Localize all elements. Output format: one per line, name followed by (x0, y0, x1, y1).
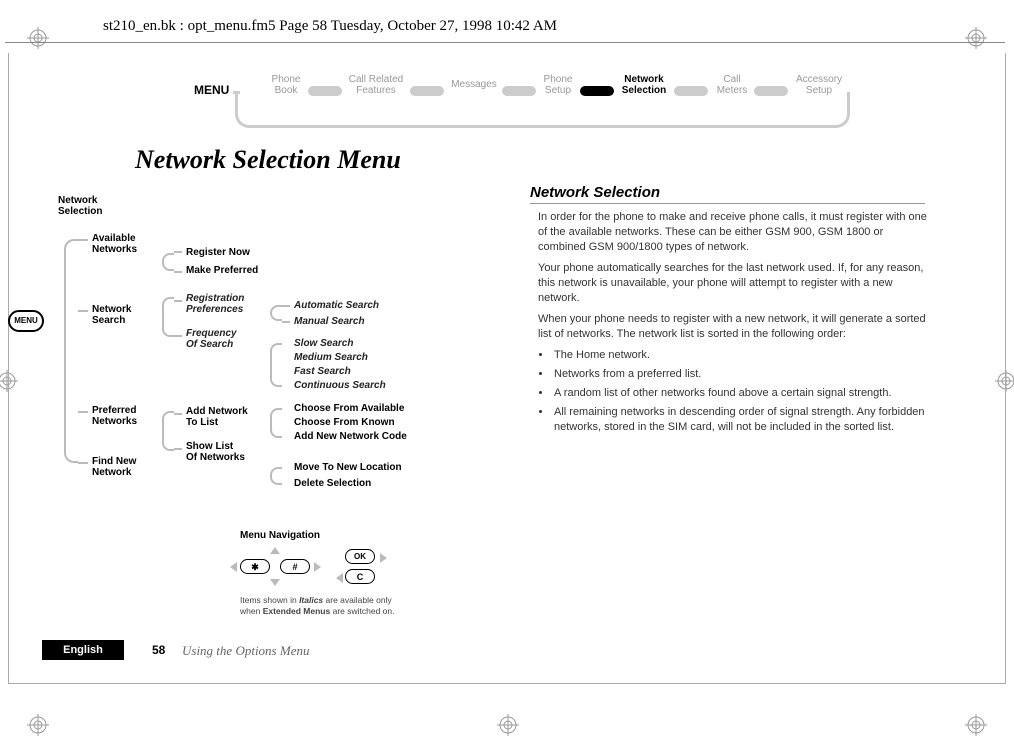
top-menu-breadcrumb: MENU PhoneBook Call RelatedFeatures Mess… (190, 78, 850, 128)
menu-item-accessorysetup: AccessorySetup (792, 74, 846, 96)
language-badge: English (42, 640, 124, 660)
tree-l2-addnet: Add NetworkTo List (186, 406, 248, 428)
menu-item-callmeters: CallMeters (712, 74, 752, 96)
header-rule (5, 42, 1005, 43)
bracket-icon (162, 411, 174, 451)
body-paragraph: When your phone needs to register with a… (538, 312, 930, 342)
menu-label: MENU (190, 83, 233, 97)
bullet-list: The Home network. Networks from a prefer… (552, 348, 930, 435)
tree-l3-chooseknown: Choose From Known (294, 417, 395, 428)
bullet-item: All remaining networks in descending ord… (552, 405, 930, 435)
bracket-icon (64, 239, 78, 463)
tree-l3-addcode: Add New Network Code (294, 431, 407, 442)
reg-mark-icon (27, 27, 49, 49)
tree-l3-fast: Fast Search (294, 366, 351, 377)
bracket-icon (162, 297, 174, 337)
chapter-title: Using the Options Menu (182, 643, 309, 659)
tree-l2-regpref: RegistrationPreferences (186, 293, 244, 315)
menu-item-phonebook: PhoneBook (268, 74, 304, 96)
menu-item-phonesetup: PhoneSetup (540, 74, 576, 96)
bracket-icon (270, 343, 282, 387)
header-file-path: st210_en.bk : opt_menu.fm5 Page 58 Tuesd… (103, 18, 557, 35)
navbox-title: Menu Navigation (240, 530, 460, 541)
tree-l2-showlist: Show ListOf Networks (186, 441, 245, 463)
bracket-icon (162, 253, 174, 271)
reg-mark-icon (497, 714, 519, 736)
section-heading: Network Selection (530, 184, 925, 204)
page-number: 58 (152, 643, 165, 657)
tree-l3-moveloc: Move To New Location (294, 462, 402, 473)
reg-mark-icon (0, 370, 18, 392)
menu-item-callfeatures: Call RelatedFeatures (345, 74, 407, 96)
tree-l1-available: AvailableNetworks (92, 233, 137, 255)
hash-key-icon: # (280, 559, 310, 574)
bracket-icon (270, 408, 282, 438)
arrow-down-icon (270, 579, 280, 586)
arrow-right-icon (380, 553, 387, 563)
tree-l1-preferred: PreferredNetworks (92, 405, 137, 427)
tree-l3-chooseavail: Choose From Available (294, 403, 404, 414)
menu-navigation-legend: Menu Navigation ✱ # OK C Items shown in … (240, 530, 460, 617)
reg-mark-icon (965, 27, 987, 49)
menu-pill-icon (410, 86, 444, 96)
bullet-item: The Home network. (552, 348, 930, 363)
navbox-note: Items shown in Italics are available onl… (240, 595, 460, 617)
tree-l3-delete: Delete Selection (294, 478, 371, 489)
crop-line (1005, 53, 1006, 683)
bracket-icon (270, 305, 282, 321)
page-title: Network Selection Menu (135, 145, 401, 175)
bullet-item: Networks from a preferred list. (552, 367, 930, 382)
bracket-icon (270, 467, 282, 485)
menu-item-networkselection: NetworkSelection (618, 74, 670, 96)
crop-line (8, 53, 9, 683)
menu-pill-icon (754, 86, 788, 96)
tree-l3-medium: Medium Search (294, 352, 368, 363)
menu-button-icon: MENU (8, 310, 44, 332)
tree-l1-search: NetworkSearch (92, 304, 131, 326)
crop-line (8, 683, 1006, 684)
arrow-up-icon (270, 547, 280, 554)
arrow-right-icon (314, 562, 321, 572)
menu-pill-icon (308, 86, 342, 96)
c-key-icon: C (345, 569, 375, 584)
tree-l2-makepref: Make Preferred (186, 265, 258, 276)
star-key-icon: ✱ (240, 559, 270, 574)
body-text: Network Selection In order for the phone… (530, 184, 930, 439)
ok-key-icon: OK (345, 549, 375, 564)
menu-pill-icon (674, 86, 708, 96)
tree-root: NetworkSelection (58, 195, 102, 217)
arrow-left-icon (230, 562, 237, 572)
tree-l2-freq: FrequencyOf Search (186, 328, 237, 350)
tree-l3-slow: Slow Search (294, 338, 353, 349)
tree-l3-continuous: Continuous Search (294, 380, 386, 391)
reg-mark-icon (27, 714, 49, 736)
bullet-item: A random list of other networks found ab… (552, 386, 930, 401)
menu-pill-icon (502, 86, 536, 96)
arrow-left-icon (336, 573, 343, 583)
reg-mark-icon (965, 714, 987, 736)
tree-l1-findnew: Find NewNetwork (92, 456, 136, 478)
menu-item-messages: Messages (448, 79, 500, 90)
page-footer: English 58 Using the Options Menu (42, 640, 922, 660)
body-paragraph: Your phone automatically searches for th… (538, 261, 930, 306)
tree-l3-autosearch: Automatic Search (294, 300, 379, 311)
tree-l2-register: Register Now (186, 247, 250, 258)
body-paragraph: In order for the phone to make and recei… (538, 210, 930, 255)
menu-pill-icon (580, 86, 614, 96)
tree-l3-manualsearch: Manual Search (294, 316, 365, 327)
